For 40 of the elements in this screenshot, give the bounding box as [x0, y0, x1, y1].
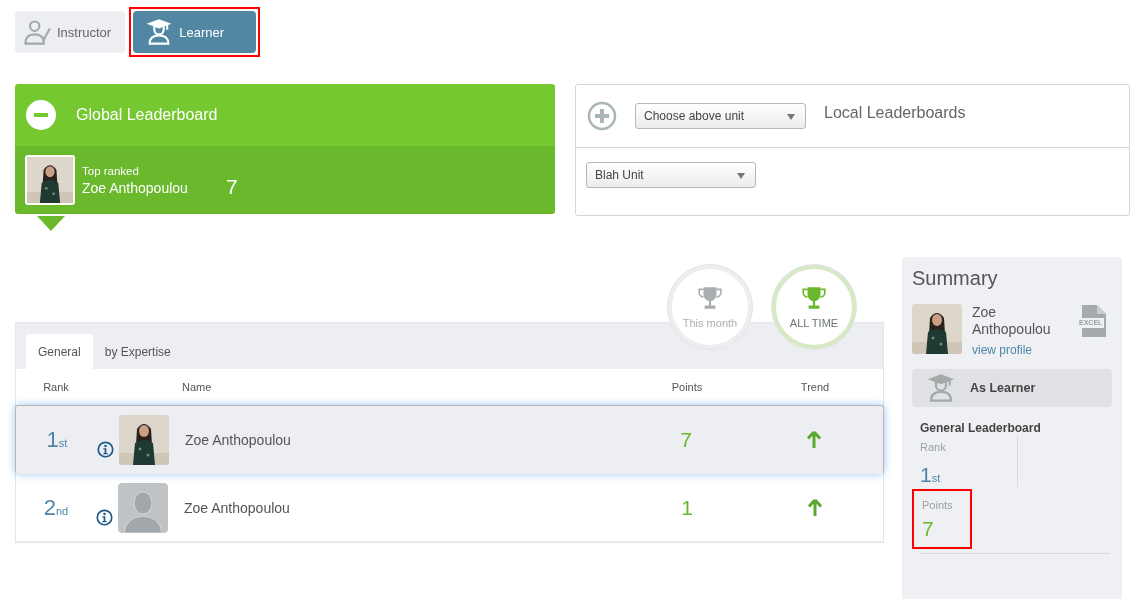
- column-header: Rank: [42, 381, 70, 393]
- trophy-icon: [697, 285, 723, 311]
- unit-dropdown[interactable]: Blah Unit: [586, 162, 756, 188]
- stat-label: Rank: [920, 441, 947, 453]
- role-label: As Learner: [970, 381, 1036, 395]
- summary-title: Summary: [912, 267, 999, 290]
- role-tab[interactable]: Learner: [133, 11, 257, 53]
- user-name: Zoe Anthopoulou: [972, 304, 1052, 338]
- pointer-arrow: [37, 216, 65, 231]
- stat-label: Points: [922, 499, 954, 511]
- profile-link[interactable]: view profile: [972, 343, 1068, 357]
- board-title: General Leaderboard: [920, 421, 1042, 435]
- column-header: Trend: [799, 381, 831, 393]
- up-arrow-icon: [807, 431, 821, 448]
- stat-value: 7: [922, 517, 935, 541]
- caret-icon: [737, 173, 745, 179]
- column-header: Name: [182, 381, 213, 393]
- user-name: Zoe Anthopoulou: [184, 431, 292, 448]
- graduate-icon: [926, 373, 956, 403]
- up-arrow-icon: [808, 499, 822, 516]
- panel-title: Local Leaderboards: [824, 104, 966, 122]
- avatar-placeholder: [118, 482, 168, 533]
- caret-icon: [787, 114, 795, 120]
- table-tab[interactable]: General: [26, 334, 93, 369]
- table-tab[interactable]: by Expertise: [92, 334, 183, 369]
- user-name: Zoe Anthopoulou: [183, 499, 291, 516]
- points-value: 7: [225, 175, 238, 199]
- points-value: 7: [679, 427, 693, 452]
- info-icon[interactable]: [97, 441, 114, 458]
- unit-dropdown[interactable]: Choose above unit: [635, 103, 806, 129]
- panel-title: Global Leaderboard: [76, 106, 218, 124]
- trophy-icon: [801, 285, 827, 311]
- info-icon[interactable]: [96, 509, 113, 526]
- points-value: 1: [680, 495, 694, 520]
- period-toggle[interactable]: ALL TIME: [772, 265, 856, 349]
- top-ranked-label: Top ranked: [82, 164, 140, 177]
- user-name: Zoe Anthopoulou: [82, 179, 188, 196]
- user-icon: [23, 18, 51, 46]
- role-tab[interactable]: Instructor: [15, 11, 126, 53]
- column-header: Points: [670, 381, 704, 393]
